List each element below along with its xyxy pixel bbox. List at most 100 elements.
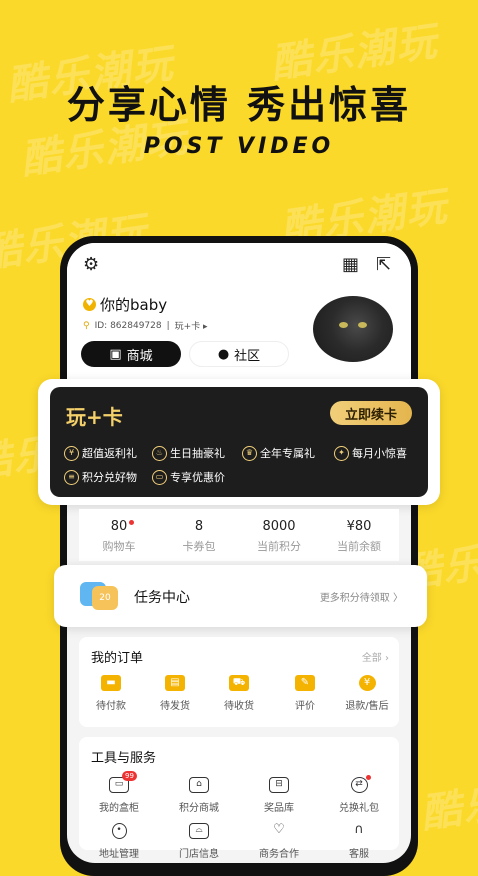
stats-row: 80 购物车 8 卡券包 8000 当前积分 ¥80 当前余额 bbox=[79, 509, 399, 561]
perk-label: 全年专属礼 bbox=[260, 447, 315, 460]
key-icon: ⚲ bbox=[83, 320, 90, 331]
present-icon: ✦ bbox=[334, 445, 349, 461]
vip-badge-icon: ♥ bbox=[83, 298, 96, 311]
vip-title: 玩+卡 bbox=[66, 405, 123, 429]
tool-address[interactable]: • 地址管理 bbox=[89, 823, 149, 860]
perk-label: 积分兑好物 bbox=[82, 471, 137, 484]
tool-label: 商务合作 bbox=[259, 849, 299, 860]
renew-button[interactable]: 立即续卡 bbox=[330, 401, 412, 425]
shop-front-icon: ⌓ bbox=[189, 823, 209, 839]
username: ♥ 你的baby bbox=[83, 294, 167, 315]
order-refund[interactable]: ¥ 退款/售后 bbox=[337, 675, 397, 712]
stat-value: 8 bbox=[194, 519, 204, 534]
stat-value: 80 bbox=[110, 519, 128, 534]
perk-item: ¥ 超值返利礼 bbox=[64, 445, 137, 461]
order-label: 待发货 bbox=[160, 701, 190, 712]
tool-label: 积分商城 bbox=[179, 803, 219, 814]
tool-label: 我的盒柜 bbox=[99, 803, 139, 814]
chat-icon: ● bbox=[217, 346, 230, 362]
tool-label: 奖品库 bbox=[264, 803, 294, 814]
vault-icon: ⊟ bbox=[269, 777, 289, 793]
stat-balance[interactable]: ¥80 当前余额 bbox=[319, 509, 399, 561]
box-icon: ▤ bbox=[165, 675, 185, 691]
community-button[interactable]: ● 社区 bbox=[189, 341, 289, 367]
count-badge: 99 bbox=[122, 771, 137, 781]
stat-cart[interactable]: 80 购物车 bbox=[79, 509, 159, 561]
task-link[interactable]: 更多积分待领取 〉 bbox=[320, 589, 403, 604]
order-label: 待付款 bbox=[96, 701, 126, 712]
vip-card-inner: 玩+卡 立即续卡 ¥ 超值返利礼 ♨ 生日抽豪礼 ♛ 全年专属礼 ✦ 每月小惊喜 ≡ 积分… bbox=[50, 387, 428, 497]
order-review[interactable]: ✎ 评价 bbox=[275, 675, 335, 712]
tools-section: 工具与服务 ▭ 99 我的盒柜 ⌂ 积分商城 ⊟ 奖品库 ⇄ 兑换礼包 • 地址管… bbox=[79, 737, 399, 860]
share-icon[interactable]: ⇱ bbox=[376, 256, 391, 274]
stat-label: 当前余额 bbox=[337, 540, 381, 553]
headline: 分享心情 秀出惊喜 bbox=[66, 83, 412, 127]
points-icon: ≡ bbox=[64, 469, 79, 485]
notification-dot bbox=[365, 775, 371, 780]
order-to-receive[interactable]: ⛟ 待收货 bbox=[209, 675, 269, 712]
exchange-icon: ⇄ bbox=[350, 775, 371, 793]
crown-icon: ♛ bbox=[242, 445, 257, 461]
stat-value: ¥80 bbox=[346, 519, 372, 534]
perk-item: ✦ 每月小惊喜 bbox=[334, 445, 407, 461]
community-label: 社区 bbox=[234, 348, 261, 364]
divider: | bbox=[166, 320, 170, 331]
tool-prize-vault[interactable]: ⊟ 奖品库 bbox=[249, 777, 309, 814]
perk-item: ♛ 全年专属礼 bbox=[242, 445, 315, 461]
stat-value: 8000 bbox=[262, 519, 296, 534]
order-label: 待收货 bbox=[224, 701, 254, 712]
tool-redeem-gift[interactable]: ⇄ 兑换礼包 bbox=[329, 775, 389, 814]
order-label: 评价 bbox=[295, 701, 315, 712]
tool-customer-service[interactable]: ∩ 客服 bbox=[329, 823, 389, 860]
subheadline: POST VIDEO bbox=[143, 134, 335, 159]
store-icon: ⌂ bbox=[189, 777, 209, 793]
vip-card[interactable]: 玩+卡 立即续卡 ¥ 超值返利礼 ♨ 生日抽豪礼 ♛ 全年专属礼 ✦ 每月小惊喜 ≡ 积分… bbox=[38, 379, 440, 505]
tool-points-mall[interactable]: ⌂ 积分商城 bbox=[169, 777, 229, 814]
perk-item: ▭ 专享优惠价 bbox=[152, 469, 225, 485]
tool-label: 客服 bbox=[349, 849, 369, 860]
wallet-icon: ▬ bbox=[101, 675, 121, 691]
cabinet-icon: ▭ 99 bbox=[109, 771, 137, 793]
settings-icon[interactable]: ⚙ bbox=[83, 256, 99, 274]
stat-points[interactable]: 8000 当前积分 bbox=[239, 509, 319, 561]
tool-label: 门店信息 bbox=[179, 849, 219, 860]
perk-label: 专享优惠价 bbox=[170, 471, 225, 484]
orders-title: 我的订单 bbox=[91, 651, 144, 666]
username-text: 你的baby bbox=[100, 296, 168, 314]
location-icon: • bbox=[111, 823, 127, 839]
tools-title: 工具与服务 bbox=[91, 751, 157, 766]
task-icon-front: 20 bbox=[92, 586, 118, 610]
shop-icon: ▣ bbox=[109, 346, 122, 362]
orders-all-link[interactable]: 全部 › bbox=[362, 649, 389, 664]
perk-label: 超值返利礼 bbox=[82, 447, 137, 460]
card-link[interactable]: 玩+卡 ▸ bbox=[175, 319, 208, 332]
order-to-ship[interactable]: ▤ 待发货 bbox=[145, 675, 205, 712]
tool-business[interactable]: ♡ 商务合作 bbox=[249, 823, 309, 860]
id-line: ⚲ ID: 862849728 | 玩+卡 ▸ bbox=[83, 319, 208, 333]
notification-dot bbox=[129, 520, 134, 525]
orders-section: 我的订单 全部 › ▬ 待付款 ▤ 待发货 ⛟ 待收货 ✎ 评价 ¥ 退款/售后 bbox=[79, 637, 399, 727]
watermark-text: 酷乐潮玩 bbox=[418, 767, 478, 838]
review-icon: ✎ bbox=[295, 675, 315, 691]
qr-code-icon[interactable]: ▦ bbox=[342, 256, 359, 274]
gift-icon: ¥ bbox=[64, 445, 79, 461]
stat-coupons[interactable]: 8 卡券包 bbox=[159, 509, 239, 561]
stat-label: 购物车 bbox=[102, 540, 136, 553]
perk-label: 每月小惊喜 bbox=[352, 447, 407, 460]
order-pending-payment[interactable]: ▬ 待付款 bbox=[81, 675, 141, 712]
stat-label: 当前积分 bbox=[257, 540, 301, 553]
task-center-card[interactable]: 20 任务中心 更多积分待领取 〉 bbox=[54, 565, 427, 627]
user-id: ID: 862849728 bbox=[94, 320, 162, 331]
mall-label: 商城 bbox=[126, 348, 153, 364]
tool-store-info[interactable]: ⌓ 门店信息 bbox=[169, 823, 229, 860]
tool-my-cabinet[interactable]: ▭ 99 我的盒柜 bbox=[89, 771, 149, 814]
handshake-icon: ♡ bbox=[273, 822, 285, 837]
perk-item: ♨ 生日抽豪礼 bbox=[152, 445, 225, 461]
avatar[interactable] bbox=[313, 296, 393, 362]
mall-button[interactable]: ▣ 商城 bbox=[81, 341, 181, 367]
avatar-eye bbox=[339, 322, 348, 328]
task-icon: 20 bbox=[80, 582, 124, 610]
cake-icon: ♨ bbox=[152, 445, 167, 461]
avatar-eye bbox=[358, 322, 367, 328]
order-label: 退款/售后 bbox=[345, 701, 389, 712]
